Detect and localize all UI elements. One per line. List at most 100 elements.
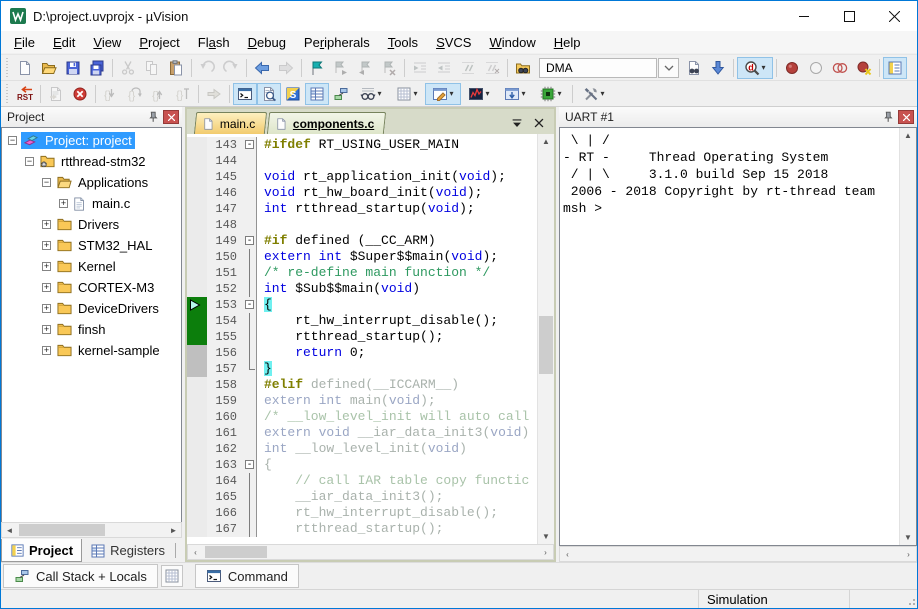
menu-file[interactable]: File [5,33,44,52]
line-number[interactable]: 158 [207,377,244,393]
editor-margin[interactable] [187,329,207,345]
search-combo[interactable]: DMA [539,58,657,78]
navigate-back-button[interactable] [250,57,274,79]
scroll-right-icon[interactable]: › [901,547,916,561]
save-all-button[interactable] [85,57,109,79]
code-line[interactable]: 153-{ [187,297,537,313]
expander-icon[interactable]: + [59,199,68,208]
system-viewer-button[interactable]: ▾ [533,83,569,105]
code-line[interactable]: 145void rt_application_init(void); [187,169,537,185]
line-number[interactable]: 151 [207,265,244,281]
code-line[interactable]: 166 rt_hw_interrupt_disable(); [187,505,537,521]
menu-svcs[interactable]: SVCS [427,33,480,52]
code-line[interactable]: 144 [187,153,537,169]
editor-margin[interactable] [187,441,207,457]
resize-grip[interactable] [902,592,916,606]
code-line[interactable]: 167 rtthread_startup(); [187,521,537,537]
scroll-right-icon[interactable]: ► [166,523,181,537]
expander-icon[interactable]: − [25,157,34,166]
tab-call-stack-locals[interactable]: Call Stack + Locals [3,564,158,588]
editor-margin[interactable] [187,185,207,201]
code-line[interactable]: 163-{ [187,457,537,473]
memory-window-button[interactable] [161,565,183,587]
code-editor[interactable]: 143-#ifdef RT_USING_USER_MAIN144145void … [187,134,554,544]
editor-margin[interactable] [187,313,207,329]
line-number[interactable]: 157 [207,361,244,377]
menu-peripherals[interactable]: Peripherals [295,33,379,52]
tree-item-main-c[interactable]: +main.c [2,193,181,214]
line-number[interactable]: 148 [207,217,244,233]
editor-margin[interactable] [187,233,207,249]
tree-item-applications[interactable]: −Applications [2,172,181,193]
tree-item-drivers[interactable]: +Drivers [2,214,181,235]
close-document-icon[interactable] [532,116,546,130]
line-number[interactable]: 155 [207,329,244,345]
fold-collapse-icon[interactable]: - [245,236,254,245]
fold-column[interactable]: - [244,233,257,249]
uart-vscrollbar[interactable]: ▲ ▼ [899,128,916,545]
fold-column[interactable]: - [244,137,257,153]
editor-margin[interactable] [187,249,207,265]
call-stack-window-button[interactable] [329,83,353,105]
scroll-up-icon[interactable]: ▲ [900,128,916,143]
uart-terminal[interactable]: \ | /- RT - Thread Operating System / | … [559,127,917,546]
disable-all-breakpoints-button[interactable] [828,57,852,79]
expander-icon[interactable]: − [42,178,51,187]
editor-margin[interactable] [187,489,207,505]
scroll-right-icon[interactable]: › [538,545,553,559]
menu-project[interactable]: Project [130,33,188,52]
scroll-thumb[interactable] [205,546,267,558]
tree-item-kernel-sample[interactable]: +kernel-sample [2,340,181,361]
code-line[interactable]: 160/* __low_level_init will auto call [187,409,537,425]
tree-item-rtthread-stm32[interactable]: −rtthread-stm32 [2,151,181,172]
code-line[interactable]: 161extern void __iar_data_init3(void) [187,425,537,441]
toolbar-grip[interactable] [3,58,11,78]
expander-icon[interactable]: + [42,283,51,292]
watch-window-button[interactable]: ▾ [353,83,389,105]
line-number[interactable]: 163 [207,457,244,473]
code-line[interactable]: 165 __iar_data_init3(); [187,489,537,505]
close-button[interactable] [872,2,917,31]
configuration-wizard-button[interactable] [883,57,907,79]
line-number[interactable]: 152 [207,281,244,297]
code-line[interactable]: 164 // call IAR table copy functic [187,473,537,489]
window-list-icon[interactable] [510,116,524,130]
tab-registers[interactable]: Registers [82,539,173,562]
code-line[interactable]: 154 rt_hw_interrupt_disable(); [187,313,537,329]
line-number[interactable]: 159 [207,393,244,409]
expander-icon[interactable]: + [42,241,51,250]
minimize-button[interactable] [782,2,827,31]
line-number[interactable]: 165 [207,489,244,505]
serial-window-button[interactable]: ▾ [425,83,461,105]
line-number[interactable]: 153 [207,297,244,313]
code-line[interactable]: 151/* re-define main function */ [187,265,537,281]
analysis-window-button[interactable]: ▾ [461,83,497,105]
enable-breakpoint-button[interactable] [804,57,828,79]
line-number[interactable]: 167 [207,521,244,537]
menu-edit[interactable]: Edit [44,33,84,52]
editor-margin[interactable] [187,297,207,313]
expander-icon[interactable]: + [42,262,51,271]
scroll-down-icon[interactable]: ▼ [900,530,916,545]
find-button[interactable] [682,57,706,79]
editor-margin[interactable] [187,201,207,217]
scroll-down-icon[interactable]: ▼ [538,529,554,544]
editor-margin[interactable] [187,265,207,281]
scroll-left-icon[interactable]: ‹ [188,545,203,559]
expander-icon[interactable]: − [8,136,17,145]
code-line[interactable]: 147int rtthread_startup(void); [187,201,537,217]
tree-item-finsh[interactable]: +finsh [2,319,181,340]
tab-components-c[interactable]: components.c [267,112,387,134]
line-number[interactable]: 143 [207,137,244,153]
editor-margin[interactable] [187,137,207,153]
expander-icon[interactable]: + [42,346,51,355]
editor-margin[interactable] [187,457,207,473]
tab-command[interactable]: Command [195,564,299,588]
open-file-button[interactable] [37,57,61,79]
tree-item-kernel[interactable]: +Kernel [2,256,181,277]
tree-item-project-project[interactable]: −Project: project [2,130,181,151]
line-number[interactable]: 160 [207,409,244,425]
menu-debug[interactable]: Debug [239,33,295,52]
symbols-window-button[interactable]: S [281,83,305,105]
maximize-button[interactable] [827,2,872,31]
